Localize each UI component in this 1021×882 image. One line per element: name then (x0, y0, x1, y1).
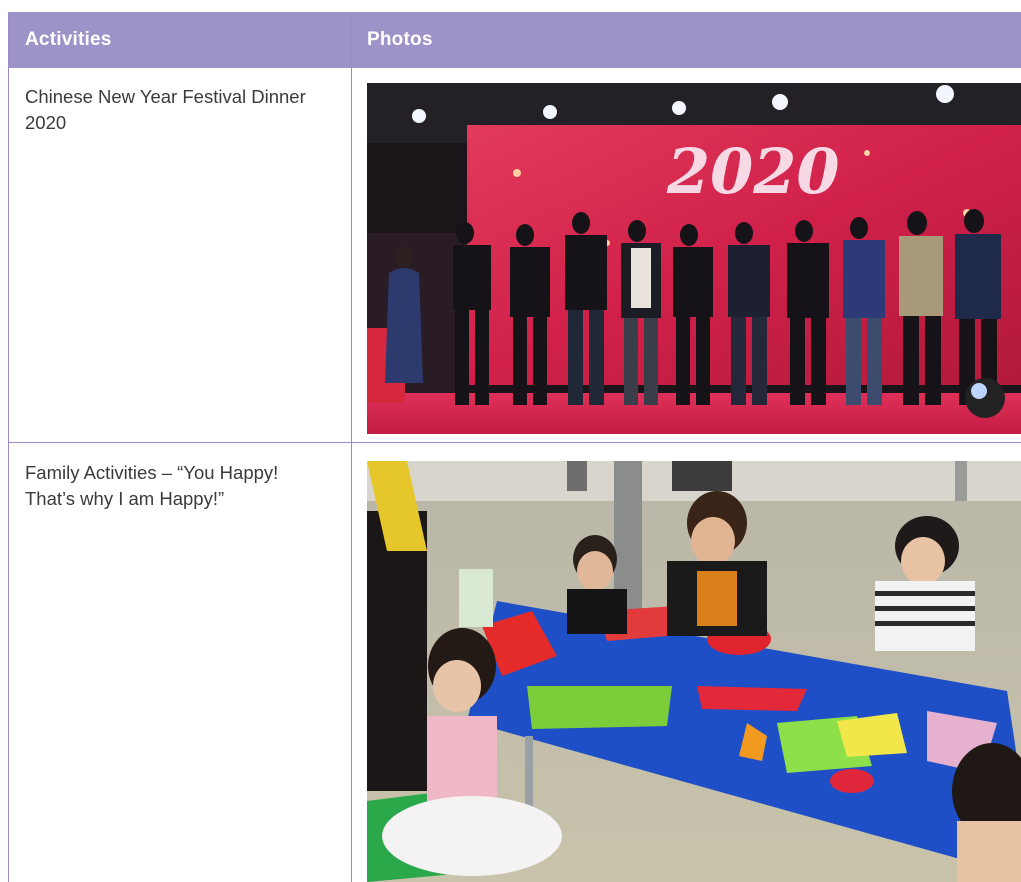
activities-table: Activities Photos Chinese New Year Festi… (8, 12, 1021, 882)
header-activities: Activities (25, 29, 112, 50)
screen-year-text: 2020 (666, 135, 840, 208)
photo-family-activities (367, 461, 1021, 882)
column-divider (351, 12, 352, 882)
row-divider (9, 442, 1021, 443)
row-2-activity: Family Activities – “You Happy! That’s w… (25, 462, 279, 509)
table-header: Activities Photos (9, 12, 1021, 68)
row-1-activity: Chinese New Year Festival Dinner 2020 (25, 86, 306, 133)
header-photos: Photos (367, 29, 433, 50)
photo-new-year-dinner: 2020 (367, 83, 1021, 434)
